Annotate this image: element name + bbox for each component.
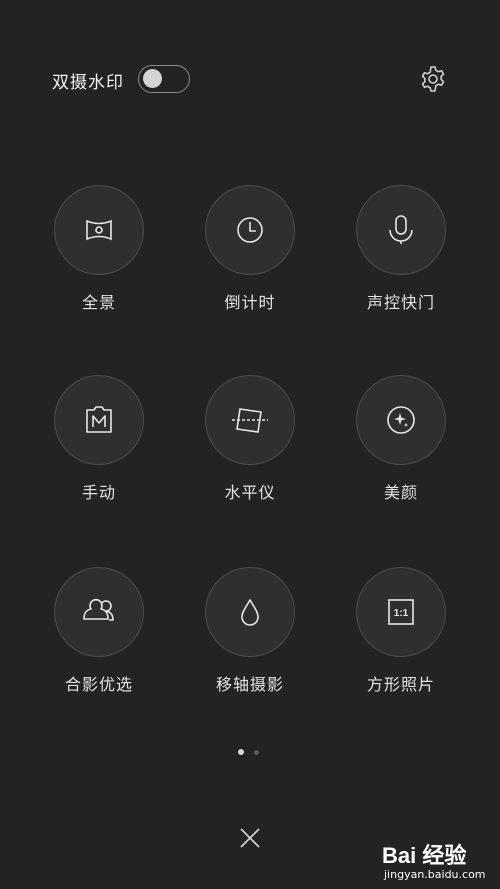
timer-icon: [237, 217, 263, 243]
mode-beauty-button[interactable]: [356, 375, 446, 465]
page-dot-active[interactable]: [238, 749, 244, 755]
mode-label: 合影优选: [64, 675, 133, 694]
watermark-label: 双摄水印: [52, 73, 124, 93]
settings-gear-icon[interactable]: [418, 64, 448, 94]
close-icon[interactable]: [236, 824, 264, 852]
mode-square-photo-button[interactable]: 1:1: [356, 567, 446, 657]
mode-beauty[interactable]: 美颜: [326, 375, 476, 515]
mode-manual-button[interactable]: [54, 375, 144, 465]
mode-label: 美颜: [383, 483, 418, 502]
mode-label: 全景: [81, 293, 116, 312]
square-photo-icon: 1:1: [388, 599, 414, 625]
mode-timer[interactable]: 倒计时: [175, 185, 325, 325]
mode-label: 移轴摄影: [215, 675, 284, 694]
mode-group-photo[interactable]: 合影优选: [24, 567, 174, 707]
mode-voice-shutter[interactable]: 声控快门: [326, 185, 476, 325]
mode-timer-button[interactable]: [205, 185, 295, 275]
group-photo-icon: [83, 598, 114, 621]
baidu-jingyan-watermark: Bai 经验 jingyan.baidu.com: [382, 838, 497, 886]
top-bar: 双摄水印: [0, 0, 500, 160]
mode-group-photo-button[interactable]: [54, 567, 144, 657]
level-icon: [232, 408, 268, 433]
page-indicator: [238, 749, 268, 757]
watermark-toggle[interactable]: [138, 65, 190, 93]
beauty-icon: [387, 406, 415, 434]
watermark-url: jingyan.baidu.com: [384, 868, 486, 881]
mode-tilt-shift[interactable]: 移轴摄影: [175, 567, 325, 707]
tilt-shift-icon: [241, 599, 259, 626]
mode-panorama-button[interactable]: [54, 185, 144, 275]
mode-level[interactable]: 水平仪: [175, 375, 325, 515]
mode-tilt-shift-button[interactable]: [205, 567, 295, 657]
square-ratio-text: 1:1: [394, 608, 409, 619]
mode-voice-shutter-button[interactable]: [356, 185, 446, 275]
mode-level-button[interactable]: [205, 375, 295, 465]
mode-square-photo[interactable]: 1:1 方形照片: [326, 567, 476, 707]
mode-manual[interactable]: 手动: [24, 375, 174, 515]
panorama-icon: [86, 219, 112, 241]
mode-label: 水平仪: [224, 483, 276, 502]
mode-label: 倒计时: [224, 293, 276, 312]
page-dot-inactive[interactable]: [254, 750, 259, 755]
mode-panorama[interactable]: 全景: [24, 185, 174, 325]
mode-label: 方形照片: [366, 675, 435, 694]
watermark-brand: Bai 经验: [382, 843, 467, 868]
manual-icon: [86, 406, 112, 433]
toggle-knob: [143, 69, 162, 88]
mode-label: 手动: [81, 483, 116, 502]
voice-shutter-icon: [389, 215, 413, 244]
mode-label: 声控快门: [366, 293, 435, 312]
